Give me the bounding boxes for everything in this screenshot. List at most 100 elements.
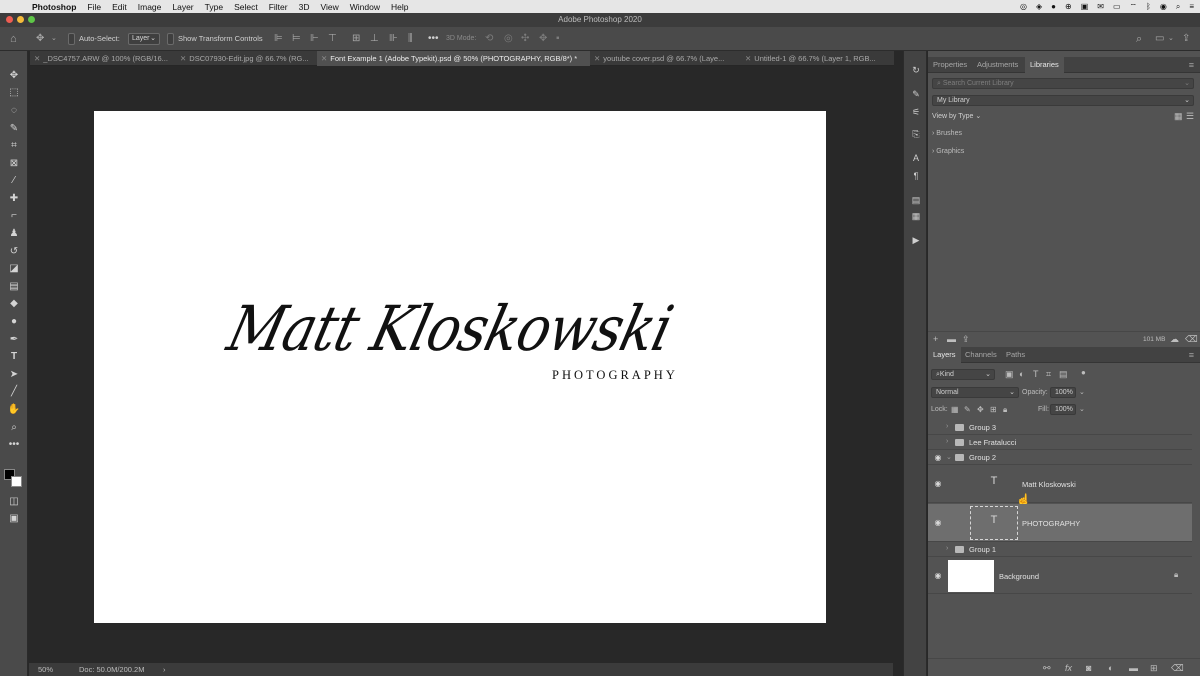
layer-row-background[interactable]: ◉ Background 🔒︎ bbox=[928, 558, 1192, 594]
eye-icon[interactable]: ◉ bbox=[933, 453, 943, 462]
search-icon[interactable]: ⌕ bbox=[1176, 2, 1180, 12]
tab-layers[interactable]: Layers bbox=[928, 347, 961, 363]
tab-paths[interactable]: Paths bbox=[1001, 347, 1030, 363]
menu-file[interactable]: File bbox=[87, 2, 101, 12]
layer-row-photography[interactable]: ◉ T PHOTOGRAPHY bbox=[928, 504, 1192, 542]
layer-row-group-1[interactable]: › Group 1 bbox=[928, 542, 1192, 557]
doc-tab[interactable]: ✕ youtube cover.psd @ 66.7% (Laye... bbox=[590, 51, 741, 66]
move-tool-icon[interactable]: ✥ bbox=[5, 68, 23, 84]
menu-select[interactable]: Select bbox=[234, 2, 258, 12]
filter-toggle-icon[interactable]: ● bbox=[1081, 368, 1086, 377]
zoom-tool-icon[interactable]: ⌕ bbox=[5, 420, 23, 436]
menu-view[interactable]: View bbox=[320, 2, 338, 12]
view-by-type-dropdown[interactable]: View by Type ⌄ bbox=[932, 112, 981, 120]
creative-cloud-icon[interactable]: ◎ bbox=[1020, 2, 1027, 11]
menu-app-photoshop[interactable]: Photoshop bbox=[32, 2, 76, 12]
home-icon[interactable]: ⌂ bbox=[10, 27, 17, 51]
crop-tool-icon[interactable]: ⌗ bbox=[5, 138, 23, 154]
3d-slide-icon[interactable]: ✥ bbox=[539, 27, 547, 51]
document-canvas[interactable]: Matt Kloskowski PHOTOGRAPHY bbox=[94, 111, 826, 623]
link-layers-icon[interactable]: ⚯ bbox=[1043, 663, 1051, 674]
blur-tool-icon[interactable]: ◆ bbox=[5, 296, 23, 312]
fill-input[interactable]: 100% bbox=[1050, 404, 1076, 415]
fx-icon[interactable]: fx bbox=[1065, 663, 1072, 673]
folder-icon[interactable]: ▬ bbox=[947, 334, 956, 344]
3d-orbit-icon[interactable]: ⟲ bbox=[485, 27, 493, 51]
distribute-icon[interactable]: ⊪ bbox=[389, 27, 398, 51]
history-brush-tool-icon[interactable]: ↺ bbox=[5, 244, 23, 260]
layer-row-matt-kloskowski[interactable]: ◉ T Matt Kloskowski ☝ bbox=[928, 465, 1192, 507]
filter-pixel-icon[interactable]: ▣ bbox=[1005, 369, 1014, 380]
layer-row-group-3[interactable]: › Group 3 bbox=[928, 420, 1192, 435]
move-tool-icon[interactable]: ✥ bbox=[36, 27, 44, 51]
distribute-v-icon[interactable]: ⫼ bbox=[408, 27, 413, 51]
paragraph-panel-icon[interactable]: ¶ bbox=[907, 169, 925, 183]
adjustment-layer-icon[interactable]: ◐ bbox=[1108, 663, 1113, 673]
hand-tool-icon[interactable]: ✋ bbox=[5, 402, 23, 418]
eraser-tool-icon[interactable]: ◪ bbox=[5, 261, 23, 277]
type-tool-icon[interactable]: T bbox=[5, 349, 23, 365]
bluetooth-icon[interactable]: ᛒ bbox=[1146, 2, 1151, 11]
add-icon[interactable]: + bbox=[933, 334, 938, 344]
chevron-down-icon[interactable]: ⌄ bbox=[1079, 388, 1085, 396]
lock-position-icon[interactable]: ✥ bbox=[977, 405, 984, 414]
layer-filter-kind[interactable]: ⌕Kind ⌄ bbox=[931, 369, 995, 380]
brush-settings-icon[interactable]: ✎ bbox=[907, 87, 925, 101]
3d-pan-icon[interactable]: ✣ bbox=[521, 27, 529, 51]
menu-filter[interactable]: Filter bbox=[269, 2, 288, 12]
list-view-icon[interactable]: ☰ bbox=[1186, 111, 1194, 122]
opacity-input[interactable]: 100% bbox=[1050, 387, 1076, 398]
panel-menu-icon[interactable]: ≡ bbox=[1189, 347, 1194, 363]
dropbox-icon[interactable]: ◈ bbox=[1036, 2, 1042, 11]
adjust-icon[interactable]: ⚟ bbox=[907, 105, 925, 119]
glyphs-icon[interactable]: ▤ bbox=[907, 193, 925, 207]
line-tool-icon[interactable]: ╱ bbox=[5, 384, 23, 400]
lasso-tool-icon[interactable]: ◌ bbox=[5, 103, 23, 119]
library-select[interactable]: My Library ⌄ bbox=[932, 95, 1194, 106]
wifi-icon[interactable]: ⌔ bbox=[1130, 2, 1138, 12]
box-icon[interactable]: ▣ bbox=[1081, 2, 1089, 11]
zoom-level[interactable]: 50% bbox=[38, 663, 53, 676]
tab-adjustments[interactable]: Adjustments bbox=[972, 57, 1023, 73]
new-group-icon[interactable]: ▬ bbox=[1129, 663, 1138, 673]
marquee-tool-icon[interactable]: ⬚ bbox=[5, 85, 23, 101]
doc-tab-active[interactable]: ✕ Font Example 1 (Adobe Typekit).psd @ 50… bbox=[317, 51, 590, 66]
library-section-brushes[interactable]: › Brushes bbox=[932, 130, 962, 137]
vpn-icon[interactable]: ⊕ bbox=[1065, 2, 1072, 11]
minimize-window-button[interactable] bbox=[17, 16, 24, 23]
menu-window[interactable]: Window bbox=[350, 2, 380, 12]
notes-icon[interactable]: ▦ bbox=[907, 209, 925, 223]
eye-icon[interactable]: ◉ bbox=[933, 518, 943, 527]
chevron-right-icon[interactable]: › bbox=[946, 438, 948, 445]
share-icon[interactable]: ⇪ bbox=[1182, 27, 1190, 51]
background-color-swatch[interactable] bbox=[11, 476, 22, 487]
play-actions-icon[interactable]: ▶ bbox=[907, 233, 925, 247]
eyedropper-tool-icon[interactable]: ⁄ bbox=[5, 173, 23, 189]
grid-view-icon[interactable]: ▦ bbox=[1174, 111, 1183, 122]
menu-layer[interactable]: Layer bbox=[172, 2, 193, 12]
trash-icon[interactable]: ⌫ bbox=[1185, 334, 1198, 345]
panel-menu-icon[interactable]: ≡ bbox=[1189, 57, 1194, 73]
mail-icon[interactable]: ✉ bbox=[1097, 2, 1104, 11]
quick-select-tool-icon[interactable]: ✎ bbox=[5, 121, 23, 137]
upload-icon[interactable]: ⇪ bbox=[962, 334, 970, 345]
clone-source-icon[interactable]: ⎘ bbox=[907, 127, 925, 141]
gradient-tool-icon[interactable]: ▤ bbox=[5, 279, 23, 295]
align-vcenter-icon[interactable]: ⊞ bbox=[352, 27, 360, 51]
cloud-icon[interactable]: ☁ bbox=[1170, 334, 1179, 345]
menu-3d[interactable]: 3D bbox=[299, 2, 310, 12]
display-icon[interactable]: ▭ bbox=[1113, 2, 1121, 11]
new-layer-icon[interactable]: ⊞ bbox=[1150, 663, 1158, 674]
close-tab-icon[interactable]: ✕ bbox=[745, 54, 751, 63]
library-section-graphics[interactable]: › Graphics bbox=[932, 148, 964, 155]
align-left-icon[interactable]: ⊫ bbox=[274, 27, 283, 51]
doc-tab[interactable]: ✕ Untitled-1 @ 66.7% (Layer 1, RGB... bbox=[741, 51, 894, 66]
tab-channels[interactable]: Channels bbox=[960, 347, 1002, 363]
pen-tool-icon[interactable]: ✒ bbox=[5, 332, 23, 348]
layer-row-group-2[interactable]: ◉ ⌄ Group 2 bbox=[928, 450, 1192, 465]
auto-select-checkbox[interactable] bbox=[68, 33, 75, 45]
edit-toolbar-icon[interactable]: ••• bbox=[5, 437, 23, 453]
lock-artboard-icon[interactable]: ⊞ bbox=[990, 405, 997, 414]
chevron-down-icon[interactable]: ⌄ bbox=[51, 27, 57, 51]
library-search-input[interactable]: ⌕ Search Current Library ⌄ bbox=[932, 78, 1194, 89]
